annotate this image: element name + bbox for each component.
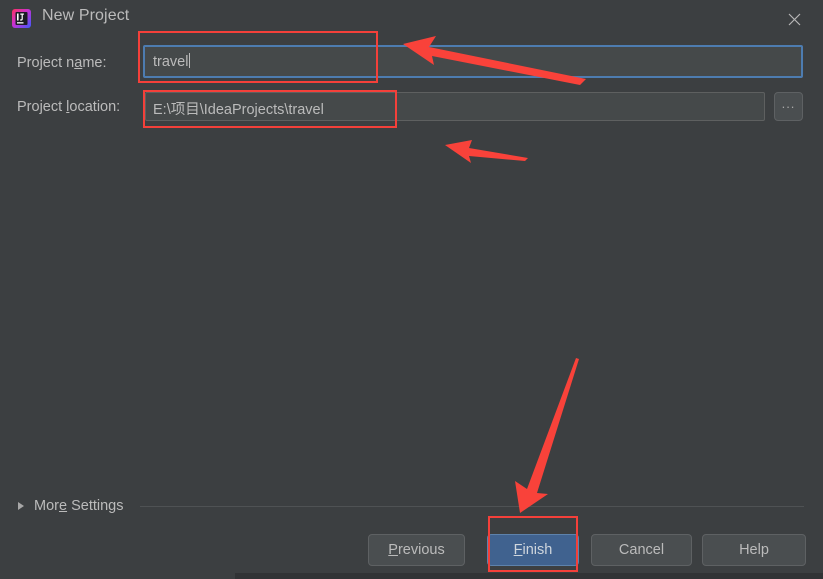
- window-bottom-shadow-left: [0, 573, 235, 579]
- arrow-to-project-location: [445, 140, 528, 163]
- more-settings-toggle[interactable]: More Settings: [18, 496, 123, 516]
- more-settings-label-mnemonic: e: [58, 498, 68, 514]
- project-name-label-suffix: me:: [82, 55, 107, 71]
- previous-button-mnemonic: P: [388, 542, 398, 558]
- project-location-label-suffix: ocation:: [69, 99, 121, 115]
- finish-button[interactable]: Finish: [487, 534, 579, 566]
- browse-folder-button[interactable]: ...: [774, 92, 803, 121]
- text-caret: [189, 53, 191, 68]
- more-settings-label-prefix: Mor: [34, 498, 59, 514]
- cancel-button-label: Cancel: [618, 542, 665, 558]
- arrow-to-finish-button: [515, 358, 579, 513]
- dialog-title: New Project: [42, 7, 130, 24]
- finish-button-mnemonic: F: [513, 542, 523, 558]
- close-icon[interactable]: [773, 4, 815, 34]
- project-name-label-prefix: Project n: [17, 55, 75, 71]
- intellij-idea-icon: [11, 8, 32, 29]
- previous-button-suffix: revious: [397, 542, 445, 558]
- help-button[interactable]: Help: [702, 534, 806, 566]
- annotation-arrows: [403, 36, 586, 513]
- dialog-titlebar: New Project: [0, 0, 823, 37]
- triangle-right-icon: [18, 502, 24, 510]
- help-button-label: Help: [739, 542, 769, 558]
- more-settings-label-suffix: Settings: [67, 498, 124, 514]
- project-name-input[interactable]: travel: [143, 45, 803, 78]
- project-name-value: travel: [153, 54, 189, 70]
- project-location-value: E:\项目\IdeaProjects\travel: [153, 102, 324, 118]
- project-name-label: Project name:: [17, 55, 106, 71]
- project-location-label: Project location:: [17, 99, 120, 115]
- finish-button-suffix: inish: [522, 542, 553, 558]
- cancel-button[interactable]: Cancel: [591, 534, 692, 566]
- project-location-label-prefix: Project: [17, 99, 67, 115]
- new-project-dialog: New Project Project name: travel Project…: [0, 0, 823, 579]
- more-settings-divider: [140, 506, 804, 507]
- project-location-input[interactable]: E:\项目\IdeaProjects\travel: [145, 92, 765, 121]
- previous-button[interactable]: Previous: [368, 534, 465, 566]
- browse-folder-label: ...: [781, 96, 796, 111]
